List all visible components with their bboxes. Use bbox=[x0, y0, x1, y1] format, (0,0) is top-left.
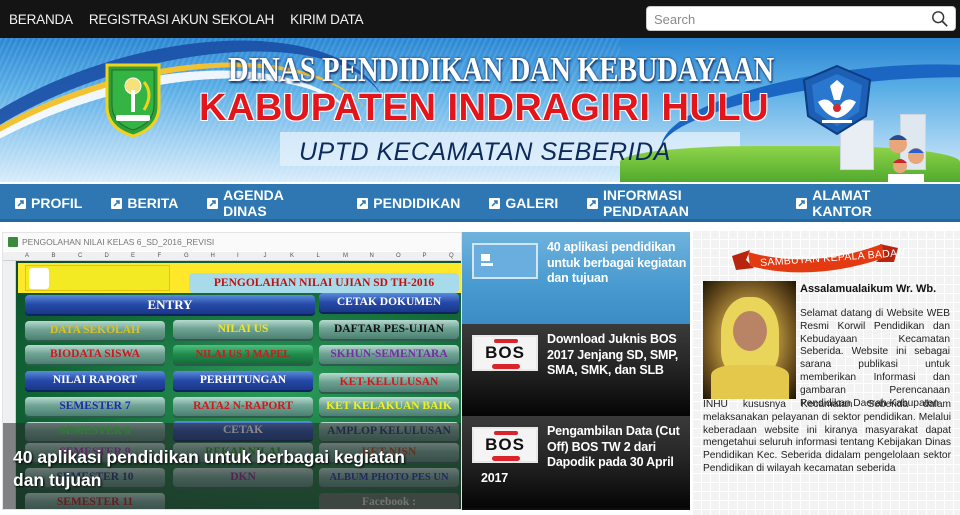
column-header: A bbox=[25, 253, 30, 259]
sheet-btn-rata2-n-raport: RATA2 N-RAPORT bbox=[173, 397, 313, 416]
featured-slider[interactable]: PENGOLAHAN NILAI KELAS 6_SD_2016_REVISI … bbox=[2, 232, 462, 510]
tut-wuri-handayani-logo-icon bbox=[802, 64, 872, 136]
main-nav-berita[interactable]: BERITA bbox=[111, 195, 178, 211]
post-item[interactable]: BOS Download Juknis BOS 2017 Jenjang SD,… bbox=[462, 324, 690, 416]
children-illustration-icon bbox=[888, 135, 924, 182]
column-header: L bbox=[316, 253, 320, 259]
spreadsheet-window-title: PENGOLAHAN NILAI KELAS 6_SD_2016_REVISI bbox=[3, 233, 461, 251]
column-header: J bbox=[263, 253, 267, 259]
main-nav-label: ALAMAT KANTOR bbox=[812, 187, 872, 219]
main-nav-label: PENDIDIKAN bbox=[373, 195, 461, 211]
column-header: F bbox=[157, 253, 162, 259]
external-link-icon bbox=[15, 197, 26, 209]
main-nav-alamat-kantor[interactable]: ALAMAT KANTOR bbox=[796, 187, 931, 219]
post-title[interactable]: 40 aplikasi pendidikan untuk berbagai ke… bbox=[547, 240, 687, 287]
banner-title-kabupaten: KABUPATEN INDRAGIRI HULU bbox=[199, 87, 770, 129]
regency-crest-icon bbox=[105, 63, 161, 138]
post-thumbnail-bos: BOS bbox=[472, 427, 538, 463]
bos-logo-icon: BOS bbox=[476, 339, 534, 369]
spreadsheet-column-headers: A B C D E F G H I J K L M N O P Q bbox=[3, 252, 461, 261]
column-header: I bbox=[237, 253, 239, 259]
main-nav-label: BERITA bbox=[127, 195, 179, 211]
sheet-btn-semester-7: SEMESTER 7 bbox=[25, 397, 165, 416]
sheet-btn-nilai-us-3-mapel: NILAI US 3 MAPEL bbox=[173, 345, 313, 364]
column-header: H bbox=[210, 253, 215, 259]
main-nav: PROFIL BERITA AGENDA DINAS PENDIDIKAN GA… bbox=[0, 184, 960, 222]
post-title[interactable]: Download Juknis BOS 2017 Jenjang SD, SMP… bbox=[547, 332, 687, 379]
column-header: O bbox=[396, 253, 401, 259]
search-icon[interactable] bbox=[931, 10, 949, 28]
search-input[interactable] bbox=[654, 9, 924, 29]
main-nav-profil[interactable]: PROFIL bbox=[15, 195, 82, 211]
banner-title-uptd: UPTD KECAMATAN SEBERIDA bbox=[299, 138, 671, 166]
slider-caption[interactable]: 40 aplikasi pendidikan untuk berbagai ke… bbox=[3, 423, 461, 509]
column-header: M bbox=[343, 253, 348, 259]
external-link-icon bbox=[587, 197, 599, 209]
content-area: PENGOLAHAN NILAI KELAS 6_SD_2016_REVISI … bbox=[0, 230, 960, 515]
column-header: Q bbox=[449, 253, 454, 259]
sheet-btn-entry: ENTRY bbox=[25, 295, 315, 314]
main-nav-label: AGENDA DINAS bbox=[223, 187, 284, 219]
column-header: B bbox=[51, 253, 56, 259]
welcome-greeting: Assalamualaikum Wr. Wb. bbox=[800, 283, 937, 295]
head-of-office-photo bbox=[703, 281, 796, 399]
header-banner: DINAS PENDIDIKAN DAN KEBUDAYAAN KABUPATE… bbox=[0, 38, 960, 182]
sheet-btn-ket-kelulusan: KET-KELULUSAN bbox=[319, 373, 459, 392]
welcome-widget: SAMBUTAN KEPALA BADAN Assalamualaikum Wr… bbox=[692, 230, 960, 515]
main-nav-galeri[interactable]: GALERI bbox=[489, 195, 558, 211]
sheet-title: PENGOLAHAN NILAI UJIAN SD TH-2016 bbox=[189, 273, 459, 293]
main-nav-agenda-dinas[interactable]: AGENDA DINAS bbox=[207, 187, 328, 219]
search-box bbox=[646, 6, 956, 31]
column-header: C bbox=[78, 253, 83, 259]
top-nav: BERANDA REGISTRASI AKUN SEKOLAH KIRIM DA… bbox=[9, 0, 379, 38]
external-link-icon bbox=[489, 197, 501, 209]
main-nav-label: INFORMASI PENDATAAN bbox=[603, 187, 689, 219]
banner-title-dinas: DINAS PENDIDIKAN DAN KEBUDAYAAN bbox=[228, 50, 774, 89]
external-link-icon bbox=[796, 197, 808, 209]
sheet-btn-nilai-us: NILAI US bbox=[173, 320, 313, 339]
main-nav-pendidikan[interactable]: PENDIDIKAN bbox=[357, 195, 460, 211]
slider-caption-text[interactable]: 40 aplikasi pendidikan untuk berbagai ke… bbox=[13, 446, 413, 492]
slider-post-list: 40 aplikasi pendidikan untuk berbagai ke… bbox=[462, 232, 690, 510]
top-nav-beranda[interactable]: BERANDA bbox=[9, 12, 73, 27]
welcome-text: Selamat datang di Website WEB Resmi Korw… bbox=[800, 308, 950, 409]
column-header: N bbox=[369, 253, 374, 259]
sheet-btn-biodata-siswa: BIODATA SISWA bbox=[25, 345, 165, 364]
main-nav-label: GALERI bbox=[505, 195, 559, 211]
excel-icon bbox=[8, 237, 18, 247]
column-header: K bbox=[290, 253, 295, 259]
post-title[interactable]: Pengambilan Data (Cut Off) BOS TW 2 dari… bbox=[481, 424, 687, 486]
sheet-btn-perhitungan: PERHITUNGAN bbox=[173, 371, 313, 390]
sheet-btn-nilai-raport: NILAI RAPORT bbox=[25, 371, 165, 390]
broken-image-icon bbox=[481, 254, 493, 266]
post-item-active[interactable]: 40 aplikasi pendidikan untuk berbagai ke… bbox=[462, 232, 690, 324]
top-nav-registrasi-akun-sekolah[interactable]: REGISTRASI AKUN SEKOLAH bbox=[89, 12, 274, 27]
sheet-btn-ket-kelakuan-baik: KET KELAKUAN BAIK bbox=[319, 397, 459, 416]
post-item[interactable]: BOS Pengambilan Data (Cut Off) BOS TW 2 … bbox=[462, 416, 690, 508]
sheet-btn-cetak-dokumen: CETAK DOKUMEN bbox=[319, 293, 459, 312]
sheet-btn-data-sekolah: DATA SEKOLAH bbox=[25, 321, 165, 340]
main-nav-informasi-pendataan[interactable]: INFORMASI PENDATAAN bbox=[587, 187, 767, 219]
sheet-btn-skhun-sementara: SKHUN-SEMENTARA bbox=[319, 345, 459, 364]
external-link-icon bbox=[111, 197, 123, 209]
post-thumbnail bbox=[472, 243, 538, 279]
forum-operator-logo bbox=[25, 265, 170, 291]
sambutan-ribbon: SAMBUTAN KEPALA BADAN bbox=[732, 240, 906, 274]
column-header: E bbox=[131, 253, 136, 259]
external-link-icon bbox=[207, 197, 219, 209]
top-nav-kirim-data[interactable]: KIRIM DATA bbox=[290, 12, 363, 27]
sheet-btn-daftar-pes-ujian: DAFTAR PES-UJIAN bbox=[319, 320, 459, 339]
post-thumbnail-bos: BOS bbox=[472, 335, 538, 371]
bos-logo-icon: BOS bbox=[476, 431, 534, 461]
top-bar: BERANDA REGISTRASI AKUN SEKOLAH KIRIM DA… bbox=[0, 0, 960, 38]
main-nav-label: PROFIL bbox=[31, 195, 83, 211]
welcome-text-continued: INHU kususnya Kecamatan Seberida dalam m… bbox=[703, 399, 951, 474]
column-header: P bbox=[422, 253, 427, 259]
column-header: D bbox=[104, 253, 109, 259]
column-header: G bbox=[184, 253, 189, 259]
external-link-icon bbox=[357, 197, 369, 209]
